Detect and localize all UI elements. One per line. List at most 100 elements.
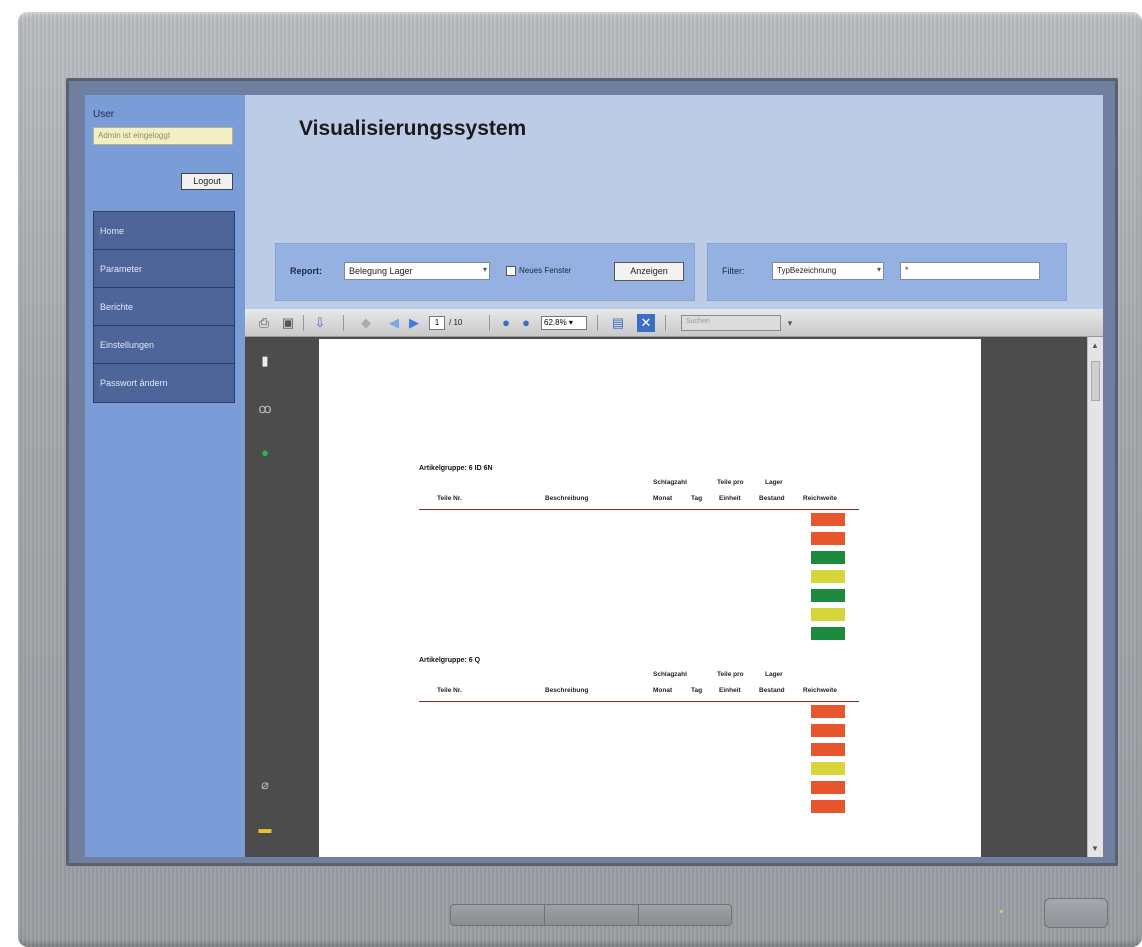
zoom-in-icon[interactable]: ● [517,314,535,332]
page-title: Visualisierungssystem [299,117,527,140]
attachment-icon[interactable]: ⌀ [257,777,273,793]
filter-value-input[interactable]: * [900,262,1040,280]
report-select-value: Belegung Lager [349,266,413,276]
scroll-up-icon[interactable]: ▲ [1091,341,1099,350]
reichweite-indicator-green [811,589,845,602]
user-status-field: Admin ist eingeloggt [93,127,233,145]
report-select[interactable]: Belegung Lager ▾ [344,262,490,280]
filter-field-value: TypBezeichnung [777,266,837,275]
toolbar-separator [303,315,304,331]
show-report-button[interactable]: Anzeigen [614,262,684,281]
reichweite-indicator-red [811,532,845,545]
page-count: / 10 [449,318,463,327]
sidebar-item-einstellungen[interactable]: Einstellungen [94,326,234,364]
toolbar-separator [343,315,344,331]
group-title: Artikelgruppe: 6 Q [419,657,481,664]
scrollbar-thumb[interactable] [1091,361,1100,401]
reichweite-indicator-red [811,724,845,737]
column-header-reichweite: Reichweite [803,687,837,694]
reichweite-indicator-yellow [811,608,845,621]
print-icon[interactable]: ⎙ [255,314,273,332]
column-header-lager-top: Lager [765,479,783,486]
previous-page-icon[interactable]: ◀ [385,314,403,332]
current-page-input[interactable]: 1 [429,316,445,330]
sidebar: User Admin ist eingeloggt Logout Home Pa… [85,95,245,857]
page-layout-icon[interactable]: ▤ [609,314,627,332]
reichweite-indicator-yellow [811,762,845,775]
user-label: User [93,109,115,120]
zoom-out-icon[interactable]: ● [497,314,515,332]
sidebar-item-berichte[interactable]: Berichte [94,288,234,326]
column-header-lager-top: Lager [765,671,783,678]
group-title: Artikelgruppe: 6 ID 6N [419,465,493,472]
monitor-control-buttons [450,904,732,926]
column-header-bestand: Bestand [759,495,785,502]
filter-label: Filter: [722,266,745,276]
column-header-teile-nr: Teile Nr. [437,687,462,694]
document-icon[interactable]: ▮ [257,353,273,369]
filter-panel: Filter: TypBezeichnung ▾ * [707,243,1067,301]
reichweite-indicator-red [811,705,845,718]
new-window-checkbox[interactable] [506,266,516,276]
reichweite-indicator-green [811,627,845,640]
monitor-screen: User Admin ist eingeloggt Logout Home Pa… [66,78,1118,866]
column-header-einheit: Einheit [719,495,741,502]
monitor-button[interactable] [639,905,733,925]
power-button[interactable] [1044,898,1108,928]
logout-button[interactable]: Logout [181,173,233,190]
column-header-beschreibung: Beschreibung [545,687,589,694]
chevron-down-icon[interactable]: ▾ [781,314,799,332]
sidebar-item-passwort[interactable]: Passwort ändern [94,364,234,402]
sidebar-item-parameter[interactable]: Parameter [94,250,234,288]
reichweite-indicator-red [811,513,845,526]
report-label: Report: [290,266,322,276]
next-page-icon[interactable]: ▶ [405,314,423,332]
column-header-beschreibung: Beschreibung [545,495,589,502]
comment-icon[interactable]: ▬ [257,821,273,837]
viewer-side-strip: ▮ ꝏ ● ⌀ ▬ [245,337,319,857]
monitor-button[interactable] [545,905,639,925]
vertical-scrollbar[interactable]: ▲ ▼ [1087,337,1103,857]
column-header-teile-pro-top: Teile pro [717,671,744,678]
column-header-bestand: Bestand [759,687,785,694]
binoculars-icon[interactable]: ꝏ [257,401,273,417]
header-divider [419,509,859,510]
reichweite-indicator-yellow [811,570,845,583]
navigation-icon[interactable]: ● [257,445,273,461]
toolbar-separator [665,315,666,331]
column-header-schlagzahl-monat: Monat [653,495,673,502]
column-header-tag: Tag [691,687,703,694]
monitor-button[interactable] [451,905,545,925]
save-icon[interactable]: ▣ [279,314,297,332]
report-viewer: ⎙ ▣ ⇩ ◆ ◀ ▶ 1 / 10 ● ● 62.8% ▾ ▤ ✕ Suche… [245,309,1103,857]
export-icon[interactable]: ⇩ [311,314,329,332]
reichweite-indicator-red [811,800,845,813]
column-header-schlagzahl-top: Schlagzahl [653,671,687,678]
column-header-teile-nr: Teile Nr. [437,495,462,502]
column-header-reichweite: Reichweite [803,495,837,502]
search-input[interactable]: Suchen [681,315,781,331]
column-header-schlagzahl-top: Schlagzahl [653,479,687,486]
reichweite-indicator-red [811,781,845,794]
first-page-icon[interactable]: ◆ [357,314,375,332]
toolbar-separator [597,315,598,331]
zoom-select[interactable]: 62.8% ▾ [541,316,587,330]
reichweite-indicator-green [811,551,845,564]
chevron-down-icon: ▾ [876,265,881,274]
toolbar-separator [489,315,490,331]
column-header-tag: Tag [691,495,703,502]
report-panel: Report: Belegung Lager ▾ Neues Fenster A… [275,243,695,301]
sidebar-nav: Home Parameter Berichte Einstellungen Pa… [93,211,235,403]
column-header-teile-pro-top: Teile pro [717,479,744,486]
chevron-down-icon: ▾ [482,265,487,274]
power-led [1000,910,1003,913]
app-window: User Admin ist eingeloggt Logout Home Pa… [85,95,1103,857]
sidebar-item-home[interactable]: Home [94,212,234,250]
fit-page-icon[interactable]: ✕ [637,314,655,332]
reichweite-indicator-red [811,743,845,756]
report-group: Artikelgruppe: 6 ID 6N Teile Nr. Beschreib… [319,465,981,645]
scroll-down-icon[interactable]: ▼ [1091,844,1099,853]
report-group: Artikelgruppe: 6 Q Teile Nr. Beschreibung S… [319,657,981,837]
viewer-toolbar: ⎙ ▣ ⇩ ◆ ◀ ▶ 1 / 10 ● ● 62.8% ▾ ▤ ✕ Suche… [245,309,1103,337]
filter-field-select[interactable]: TypBezeichnung ▾ [772,262,884,280]
